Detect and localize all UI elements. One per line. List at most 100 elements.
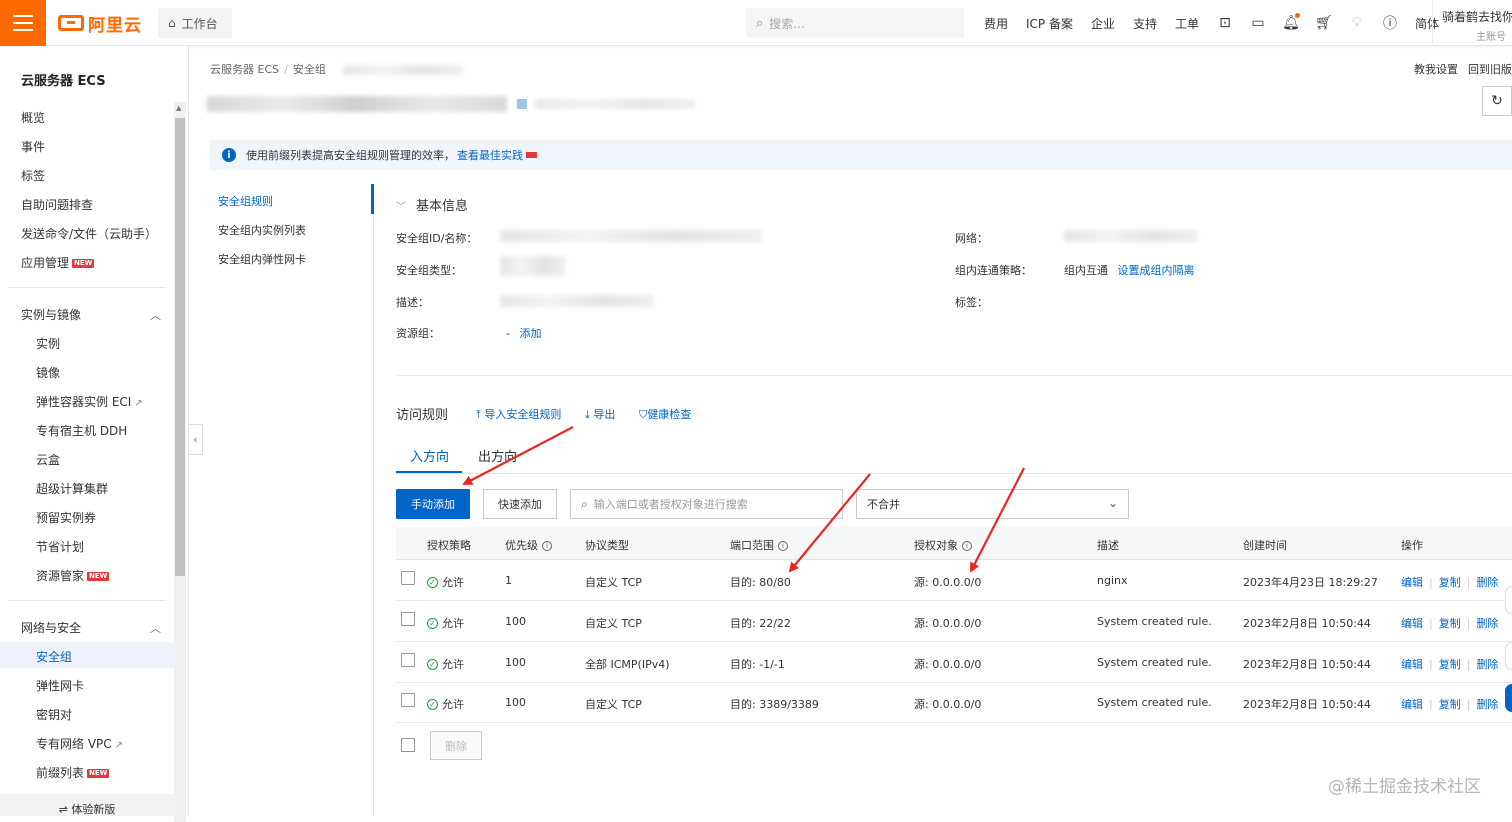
cell-ops: 编辑 | 复制 | 删除: [1401, 656, 1498, 672]
sidebar-item-overview[interactable]: 概览: [21, 109, 45, 126]
copy-icon[interactable]: [516, 99, 527, 109]
cell-priority: 100: [505, 696, 526, 709]
tab-inbound[interactable]: 入方向: [410, 446, 449, 465]
tab-outbound[interactable]: 出方向: [478, 446, 517, 465]
delete-link[interactable]: 删除: [1476, 658, 1498, 671]
edit-link[interactable]: 编辑: [1401, 698, 1423, 711]
floating-button[interactable]: [1505, 586, 1512, 614]
sidebar-group-instances[interactable]: 实例与镜像 ︿: [21, 306, 161, 323]
export-button[interactable]: ⤓ 导出: [585, 406, 615, 422]
nav-enterprise[interactable]: 企业: [1091, 15, 1115, 32]
quick-add-button[interactable]: 快速添加: [483, 489, 557, 519]
terminal-icon[interactable]: ▭: [1250, 15, 1266, 31]
menu-icon[interactable]: [0, 0, 46, 46]
teach-me-link[interactable]: 教我设置: [1414, 63, 1458, 76]
merge-select[interactable]: 不合并 ⌄: [856, 489, 1129, 519]
back-to-old-link[interactable]: 回到旧版: [1468, 63, 1512, 76]
resource-group-add-link[interactable]: 添加: [519, 327, 541, 340]
cart-icon[interactable]: 🛒︎: [1315, 15, 1333, 31]
sidebar-item-reserved[interactable]: 预留实例券: [36, 509, 96, 526]
row-checkbox[interactable]: [401, 653, 415, 667]
col-desc: 描述: [1097, 539, 1119, 552]
bell-icon[interactable]: 🔔︎: [1282, 13, 1301, 31]
rule-search-input[interactable]: ⌕ 输入端口或者授权对象进行搜索: [570, 489, 843, 519]
help-icon[interactable]: ⓘ: [1382, 15, 1398, 32]
delete-link[interactable]: 删除: [1476, 617, 1498, 630]
network-label: 网络：: [955, 232, 988, 245]
copy-link[interactable]: 复制: [1439, 576, 1461, 589]
ai-assistant-icon[interactable]: ⊡: [1217, 15, 1233, 31]
bulb-icon[interactable]: 💡︎: [1349, 15, 1365, 31]
aliyun-logo-icon: [58, 15, 84, 31]
global-search-input[interactable]: ⌕ 搜索...: [746, 8, 964, 38]
nav-icp[interactable]: ICP 备案: [1026, 15, 1073, 32]
sidebar-item-resource-manager[interactable]: 资源管家 NEW: [36, 567, 110, 584]
user-menu[interactable]: 骑着鹤去找你 主账号: [1432, 0, 1512, 46]
select-all-checkbox[interactable]: [401, 738, 415, 752]
tab-instances-list[interactable]: 安全组内实例列表: [218, 222, 306, 238]
row-checkbox[interactable]: [401, 693, 415, 707]
copy-link[interactable]: 复制: [1439, 617, 1461, 630]
info-icon[interactable]: i: [962, 541, 972, 551]
workbench-button[interactable]: ⌂ 工作台: [158, 8, 232, 38]
sidebar-item-cloud-assistant[interactable]: 发送命令/文件（云助手）: [21, 225, 157, 242]
tab-security-group-rules[interactable]: 安全组规则: [218, 193, 273, 209]
sidebar-group-network[interactable]: 网络与安全 ︿: [21, 619, 161, 636]
sidebar-item-troubleshoot[interactable]: 自助问题排查: [21, 196, 93, 213]
sidebar-item-security-group[interactable]: 安全组: [36, 648, 72, 665]
info-icon[interactable]: i: [778, 541, 788, 551]
row-checkbox[interactable]: [401, 612, 415, 626]
manual-add-button[interactable]: 手动添加: [396, 489, 470, 519]
row-checkbox[interactable]: [401, 571, 415, 585]
sidebar-item-savings-plan[interactable]: 节省计划: [36, 538, 84, 555]
set-isolation-link[interactable]: 设置成组内隔离: [1118, 264, 1195, 277]
tab-eni-list[interactable]: 安全组内弹性网卡: [218, 251, 306, 267]
floating-button[interactable]: [1505, 642, 1512, 670]
breadcrumb-security-group[interactable]: 安全组: [293, 63, 326, 76]
health-check-button[interactable]: ⛉健康检查: [639, 406, 691, 422]
sidebar-item-image[interactable]: 镜像: [36, 364, 60, 381]
info-icon[interactable]: i: [542, 541, 552, 551]
sidebar-item-ddh[interactable]: 专有宿主机 DDH: [36, 422, 127, 439]
aliyun-logo[interactable]: 阿里云: [58, 12, 142, 36]
sidebar-item-instance[interactable]: 实例: [36, 335, 60, 352]
edit-link[interactable]: 编辑: [1401, 617, 1423, 630]
best-practice-link[interactable]: 查看最佳实践: [457, 147, 523, 163]
floating-assistant-button[interactable]: [1505, 684, 1512, 712]
edit-link[interactable]: 编辑: [1401, 576, 1423, 589]
sidebar-item-hpc[interactable]: 超级计算集群: [36, 480, 108, 497]
sidebar-scroll-thumb[interactable]: [175, 118, 185, 576]
sidebar-item-prefix-list[interactable]: 前缀列表 NEW: [36, 764, 110, 781]
breadcrumb-ecs[interactable]: 云服务器 ECS: [210, 63, 279, 76]
nav-support[interactable]: 支持: [1133, 15, 1157, 32]
nav-ticket[interactable]: 工单: [1175, 15, 1199, 32]
refresh-button[interactable]: ↻: [1482, 86, 1512, 116]
import-rules-button[interactable]: ⤒ 导入安全组规则: [476, 406, 561, 422]
copy-link[interactable]: 复制: [1439, 658, 1461, 671]
search-icon: ⌕: [756, 15, 764, 31]
info-icon: i: [222, 148, 236, 162]
basic-info-header[interactable]: ﹀ 基本信息: [396, 195, 468, 214]
sidebar-item-keypair[interactable]: 密钥对: [36, 706, 72, 723]
redacted-value: [1064, 230, 1198, 242]
collapse-sidebar-button[interactable]: ‹: [189, 424, 203, 455]
network-value: [1064, 230, 1198, 245]
cell-source: 源: 0.0.0.0/0: [914, 698, 982, 711]
copy-link[interactable]: 复制: [1439, 698, 1461, 711]
redacted-id: [534, 99, 695, 109]
sidebar-item-eci[interactable]: 弹性容器实例 ECI ↗: [36, 393, 143, 410]
sidebar-scrollbar[interactable]: ▲: [174, 102, 186, 822]
sidebar-item-events[interactable]: 事件: [21, 138, 45, 155]
delete-link[interactable]: 删除: [1476, 698, 1498, 711]
sidebar-item-cloudbox[interactable]: 云盒: [36, 451, 60, 468]
delete-link[interactable]: 删除: [1476, 576, 1498, 589]
sidebar-item-vpc[interactable]: 专有网络 VPC ↗: [36, 735, 123, 752]
scroll-up-icon[interactable]: ▲: [176, 104, 181, 112]
sidebar-item-app-management[interactable]: 应用管理 NEW: [21, 254, 95, 271]
nav-billing[interactable]: 费用: [984, 15, 1008, 32]
sidebar-item-tags[interactable]: 标签: [21, 167, 45, 184]
try-new-version-button[interactable]: ⇌ 体验新版: [0, 794, 174, 816]
edit-link[interactable]: 编辑: [1401, 658, 1423, 671]
bulk-delete-button[interactable]: 删除: [430, 731, 482, 760]
sidebar-item-eni[interactable]: 弹性网卡: [36, 677, 84, 694]
